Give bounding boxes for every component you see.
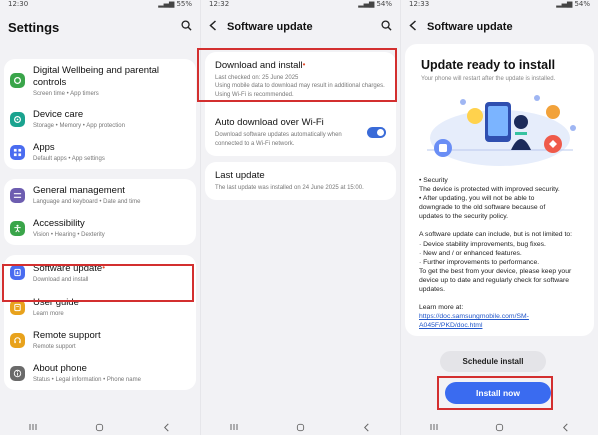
settings-item-device-care[interactable]: Device care Storage • Memory • App protec… xyxy=(4,103,196,136)
learn-more-link[interactable]: https://doc.samsungmobile.com/SM-A045F/P… xyxy=(419,312,586,330)
update-ready-subtitle: Your phone will restart after the update… xyxy=(421,76,556,82)
back-icon[interactable] xyxy=(558,422,572,432)
back-icon[interactable] xyxy=(160,422,174,432)
back-arrow-icon[interactable] xyxy=(209,18,217,36)
home-icon[interactable] xyxy=(293,422,307,432)
page-title: Software update xyxy=(227,21,313,33)
settings-item-subtitle: Status • Legal information • Phone name xyxy=(33,377,141,384)
settings-item-title: Apps xyxy=(33,142,55,154)
release-note-line xyxy=(419,294,586,303)
battery-level: 55% xyxy=(176,0,192,8)
home-icon[interactable] xyxy=(93,422,107,432)
release-note-line: · New and / or enhanced features. xyxy=(419,249,522,257)
release-note-line: • Security xyxy=(419,177,448,184)
settings-item-subtitle: Remote support xyxy=(33,344,76,351)
recent-apps-icon[interactable] xyxy=(26,422,40,432)
schedule-install-button[interactable]: Schedule install xyxy=(440,351,546,372)
settings-item-title: Digital Wellbeing and parental controls xyxy=(33,65,160,88)
back-arrow-icon[interactable] xyxy=(409,18,417,36)
status-bar: 12:32 ▂▄▆ 54% xyxy=(201,0,400,10)
wellbeing-icon xyxy=(10,73,25,89)
settings-item-subtitle: Language and keyboard • Date and time xyxy=(33,199,141,206)
settings-item-title: General management xyxy=(33,185,125,197)
settings-item-digital-wellbeing[interactable]: Digital Wellbeing and parental controls S… xyxy=(4,59,196,103)
release-note-line: To get the best from your device, please… xyxy=(419,267,572,294)
settings-item-subtitle: Learn more xyxy=(33,311,64,318)
settings-item-remote-support[interactable]: Remote support Remote support xyxy=(4,324,196,357)
settings-item-title: Accessibility xyxy=(33,218,85,230)
release-note-line: The device is protected with improved se… xyxy=(419,186,560,194)
recent-apps-icon[interactable] xyxy=(227,422,241,432)
settings-item-accessibility[interactable]: Accessibility Vision • Hearing • Dexterit… xyxy=(4,212,196,245)
release-note-line: · Device stability improvements, bug fix… xyxy=(419,240,546,248)
remote-support-icon xyxy=(10,332,25,348)
settings-screen: 12:30 ▂▄▆ 55% Settings Digital Wellbeing … xyxy=(0,0,200,435)
status-time: 12:32 xyxy=(209,0,230,8)
accessibility-icon xyxy=(10,220,25,236)
back-icon[interactable] xyxy=(360,422,374,432)
auto-download-subtitle: Download software updates automatically … xyxy=(215,132,342,147)
settings-item-apps[interactable]: Apps Default apps • App settings xyxy=(4,136,196,169)
last-update-item[interactable]: Last update The last update was installe… xyxy=(205,162,396,200)
settings-item-subtitle: Storage • Memory • App protection xyxy=(33,123,125,130)
release-note-line: A software update can include, but is no… xyxy=(419,231,573,239)
settings-item-subtitle: Default apps • App settings xyxy=(33,156,105,163)
status-bar: 12:30 ▂▄▆ 55% xyxy=(0,0,200,10)
settings-item-about-phone[interactable]: About phone Status • Legal information • … xyxy=(4,357,196,390)
navigation-bar xyxy=(201,419,400,435)
release-note-line: • After updating, you will not be able t… xyxy=(419,195,535,203)
settings-item-title: About phone xyxy=(33,363,87,375)
settings-item-general-management[interactable]: General management Language and keyboard … xyxy=(4,179,196,212)
auto-download-title: Auto download over Wi-Fi xyxy=(215,117,324,129)
update-ready-title: Update ready to install xyxy=(421,58,556,72)
highlight-box xyxy=(197,48,397,102)
device-care-icon xyxy=(10,111,25,127)
release-note-line: Learn more at: xyxy=(419,304,464,312)
general-management-icon xyxy=(10,187,25,203)
release-note-line: · Further improvements to performance. xyxy=(419,258,540,266)
about-phone-icon xyxy=(10,365,25,381)
page-title: Software update xyxy=(427,21,513,33)
apps-icon xyxy=(10,144,25,160)
release-notes: • Security The device is protected with … xyxy=(413,176,586,330)
last-update-title: Last update xyxy=(215,169,265,181)
highlight-box xyxy=(437,376,553,410)
battery-level: 54% xyxy=(376,0,392,8)
search-icon[interactable] xyxy=(381,18,392,36)
settings-group: General management Language and keyboard … xyxy=(4,178,196,245)
last-update-subtitle: The last update was installed on 24 June… xyxy=(215,184,364,191)
settings-item-subtitle: Vision • Hearing • Dexterity xyxy=(33,232,105,239)
release-note-line xyxy=(419,221,586,230)
settings-item-title: Device care xyxy=(33,109,84,121)
page-title: Settings xyxy=(8,19,60,35)
highlight-box xyxy=(2,264,194,302)
signal-icon: ▂▄▆ xyxy=(158,0,175,8)
status-time: 12:33 xyxy=(409,0,430,8)
release-note-line: updates to the security policy. xyxy=(419,213,509,221)
auto-download-item[interactable]: Auto download over Wi-Fi Download softwa… xyxy=(205,107,396,156)
settings-group: Digital Wellbeing and parental controls S… xyxy=(4,59,196,169)
release-note-line: downgrade to the old software because of xyxy=(419,204,546,212)
status-time: 12:30 xyxy=(8,0,29,8)
search-icon[interactable] xyxy=(181,18,192,36)
settings-item-subtitle: Screen time • App timers xyxy=(33,90,99,97)
recent-apps-icon[interactable] xyxy=(427,422,441,432)
battery-level: 54% xyxy=(574,0,590,8)
settings-item-title: Remote support xyxy=(33,330,101,342)
update-illustration xyxy=(413,88,586,170)
signal-icon: ▂▄▆ xyxy=(556,0,573,8)
navigation-bar xyxy=(0,419,200,435)
signal-icon: ▂▄▆ xyxy=(358,0,375,8)
home-icon[interactable] xyxy=(492,422,506,432)
last-update-card: Last update The last update was installe… xyxy=(205,161,396,201)
update-details-card: Update ready to install Your phone will … xyxy=(405,44,594,336)
user-guide-icon xyxy=(10,299,25,315)
navigation-bar xyxy=(401,419,598,435)
status-bar: 12:33 ▂▄▆ 54% xyxy=(401,0,598,10)
auto-download-toggle[interactable] xyxy=(367,127,386,139)
